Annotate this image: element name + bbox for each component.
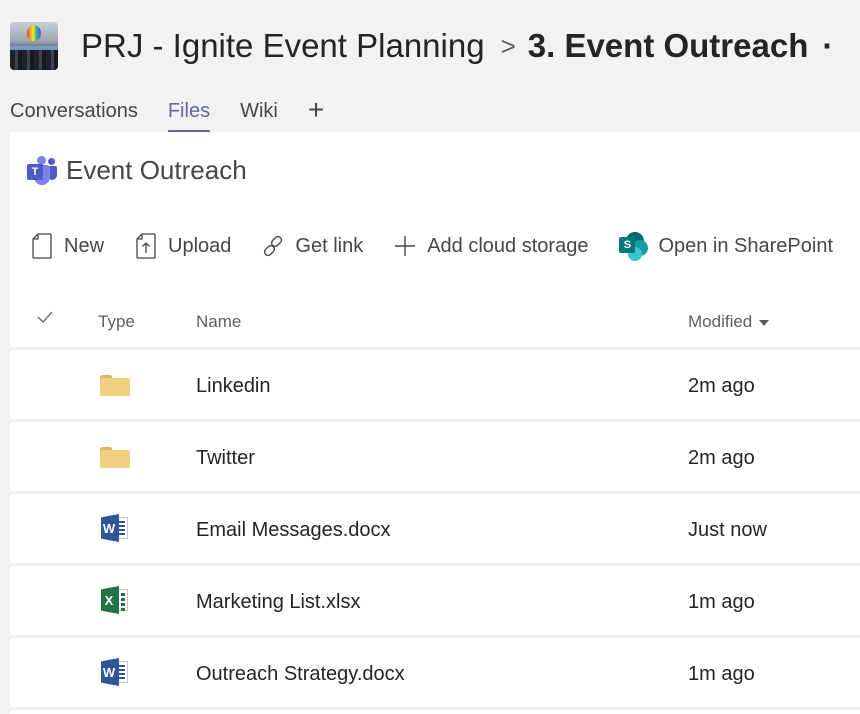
sharepoint-icon: S bbox=[618, 230, 650, 262]
team-avatar[interactable] bbox=[10, 22, 58, 70]
word-file-icon: W bbox=[98, 657, 132, 689]
channel-header: PRJ - Ignite Event Planning > 3. Event O… bbox=[0, 0, 860, 90]
table-row[interactable]: X Marketing List.xlsx 1m ago bbox=[10, 566, 860, 638]
new-document-icon bbox=[30, 233, 54, 259]
files-panel: T Event Outreach New Upload Get link Add… bbox=[10, 132, 860, 714]
folder-icon bbox=[98, 441, 132, 473]
table-row[interactable]: Linkedin 2m ago bbox=[10, 350, 860, 422]
column-header-name[interactable]: Name bbox=[196, 310, 241, 334]
tab-conversations[interactable]: Conversations bbox=[10, 96, 138, 134]
column-header-modified-label: Modified bbox=[688, 312, 753, 331]
file-modified: 1m ago bbox=[688, 591, 755, 613]
chevron-right-icon: > bbox=[500, 31, 516, 61]
plus-icon bbox=[393, 233, 417, 259]
files-toolbar: New Upload Get link Add cloud storage S … bbox=[30, 228, 860, 264]
column-header-modified[interactable]: Modified bbox=[688, 310, 770, 334]
tab-wiki[interactable]: Wiki bbox=[240, 96, 278, 134]
more-options-icon[interactable]: · bbox=[822, 24, 833, 68]
new-button-label: New bbox=[64, 234, 105, 257]
word-file-icon: W bbox=[98, 513, 132, 545]
breadcrumb-channel-name[interactable]: 3. Event Outreach bbox=[528, 24, 809, 68]
checkmark-icon bbox=[37, 311, 53, 323]
breadcrumb-team-name[interactable]: PRJ - Ignite Event Planning bbox=[81, 24, 485, 68]
add-cloud-storage-label: Add cloud storage bbox=[427, 234, 589, 257]
open-in-sharepoint-button[interactable]: S Open in SharePoint bbox=[618, 230, 833, 262]
avatar-crowd bbox=[10, 50, 58, 70]
select-all-checkbox[interactable] bbox=[36, 308, 54, 333]
upload-button[interactable]: Upload bbox=[134, 233, 231, 259]
file-modified: 2m ago bbox=[688, 375, 755, 397]
breadcrumb: PRJ - Ignite Event Planning > 3. Event O… bbox=[81, 24, 833, 68]
file-name[interactable]: Marketing List.xlsx bbox=[196, 589, 361, 615]
table-row[interactable]: W Email Messages.docx Just now bbox=[10, 494, 860, 566]
teams-icon: T bbox=[26, 154, 58, 186]
files-table: Type Name Modified Linkedin 2m ago Twitt… bbox=[10, 296, 860, 710]
link-icon bbox=[261, 233, 285, 259]
file-modified: Just now bbox=[688, 519, 767, 541]
file-name[interactable]: Twitter bbox=[196, 445, 255, 471]
open-in-sharepoint-label: Open in SharePoint bbox=[658, 234, 834, 257]
get-link-button[interactable]: Get link bbox=[261, 233, 363, 259]
add-cloud-storage-button[interactable]: Add cloud storage bbox=[393, 233, 588, 259]
panel-title: T Event Outreach bbox=[26, 154, 247, 186]
table-row[interactable]: W Outreach Strategy.docx 1m ago bbox=[10, 638, 860, 710]
file-modified: 2m ago bbox=[688, 447, 755, 469]
table-row[interactable]: Twitter 2m ago bbox=[10, 422, 860, 494]
table-header: Type Name Modified bbox=[10, 296, 860, 350]
file-modified: 1m ago bbox=[688, 663, 755, 685]
channel-tabs: Conversations Files Wiki + bbox=[10, 96, 324, 134]
upload-icon bbox=[134, 233, 158, 259]
sort-descending-icon bbox=[759, 320, 770, 326]
upload-button-label: Upload bbox=[168, 234, 232, 257]
column-header-type[interactable]: Type bbox=[98, 310, 135, 334]
file-name[interactable]: Linkedin bbox=[196, 373, 271, 399]
excel-file-icon: X bbox=[98, 585, 132, 617]
panel-title-text: Event Outreach bbox=[66, 154, 247, 185]
file-name[interactable]: Outreach Strategy.docx bbox=[196, 661, 405, 687]
file-name[interactable]: Email Messages.docx bbox=[196, 517, 391, 543]
folder-icon bbox=[98, 369, 132, 401]
new-button[interactable]: New bbox=[30, 233, 104, 259]
add-tab-button[interactable]: + bbox=[308, 96, 324, 124]
avatar-balloon bbox=[27, 25, 41, 41]
get-link-button-label: Get link bbox=[295, 234, 364, 257]
tab-files[interactable]: Files bbox=[167, 96, 211, 134]
